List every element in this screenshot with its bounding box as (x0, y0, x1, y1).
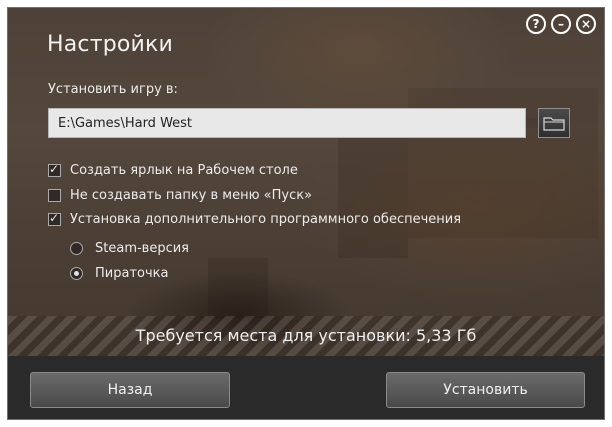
minimize-icon[interactable]: – (551, 14, 571, 34)
installer-window: Настройки ? – × Установить игру в: Созда… (7, 7, 605, 420)
radio-option-pirate[interactable]: Пираточка (70, 266, 168, 281)
checkbox-no-start-folder[interactable] (48, 189, 61, 202)
option-no-start-folder[interactable]: Не создавать папку в меню «Пуск» (48, 188, 312, 203)
radio-option-steam[interactable]: Steam-версия (70, 241, 189, 256)
option-label: Установка дополнительного программного о… (70, 212, 462, 227)
radio-label: Пираточка (95, 266, 169, 281)
radio-pirate[interactable] (70, 267, 83, 280)
checkbox-extra-software[interactable] (48, 211, 61, 226)
option-label: Создать ярлык на Рабочем столе (70, 163, 298, 178)
help-icon[interactable]: ? (526, 14, 546, 34)
folder-icon (543, 117, 565, 131)
install-button[interactable]: Установить (386, 372, 585, 408)
option-label: Не создавать папку в меню «Пуск» (70, 188, 313, 203)
window-title: Настройки (47, 32, 174, 57)
checkbox-create-shortcut[interactable] (48, 162, 61, 177)
space-required-text: Требуется места для установки: 5,33 Гб (135, 326, 477, 345)
install-path-label: Установить игру в: (48, 82, 178, 97)
option-create-shortcut[interactable]: Создать ярлык на Рабочем столе (48, 162, 298, 178)
install-path-input[interactable] (48, 108, 526, 138)
option-extra-software[interactable]: Установка дополнительного программного о… (48, 211, 462, 227)
radio-steam[interactable] (70, 242, 83, 255)
browse-button[interactable] (538, 108, 570, 138)
back-button[interactable]: Назад (30, 372, 230, 408)
window-controls: ? – × (526, 14, 596, 34)
radio-label: Steam-версия (95, 241, 189, 256)
close-icon[interactable]: × (576, 14, 596, 34)
